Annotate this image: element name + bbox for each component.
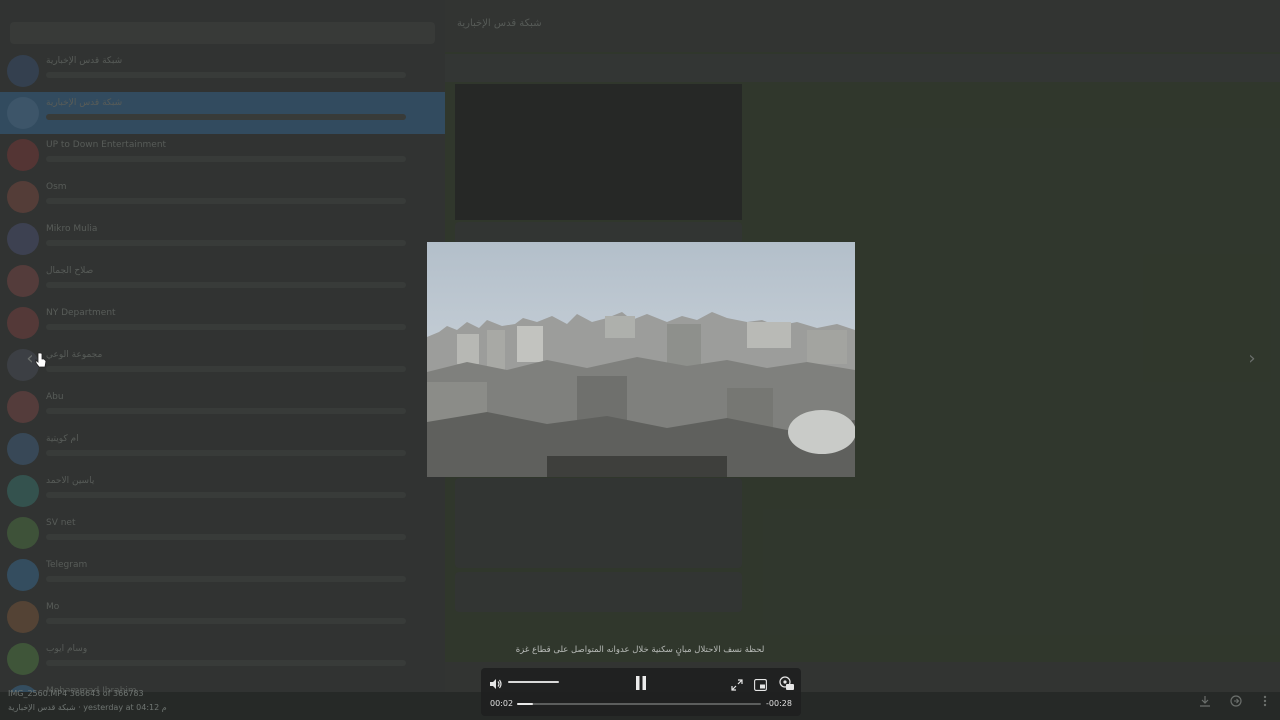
volume-icon[interactable] — [489, 675, 503, 694]
volume-slider[interactable] — [508, 681, 559, 683]
time-current: 00:02 — [490, 699, 514, 708]
playback-speed-icon[interactable] — [778, 675, 794, 695]
download-icon[interactable] — [1199, 695, 1211, 710]
forward-icon[interactable] — [1230, 695, 1243, 710]
time-remaining: -00:28 — [766, 699, 792, 708]
seek-bar[interactable] — [517, 703, 761, 705]
media-caption: لحظة نسف الاحتلال مبانٍ سكنية خلال عدوان… — [515, 645, 765, 655]
destroyed-city-image — [427, 242, 855, 477]
mouse-cursor-icon — [35, 352, 47, 372]
picture-in-picture-icon[interactable] — [754, 676, 767, 695]
media-photo[interactable] — [427, 242, 855, 477]
next-media-arrow[interactable]: › — [1242, 349, 1262, 369]
file-name-info: IMG_2560.MP4 366643 of 366783 — [8, 689, 144, 698]
sender-and-time: شبكة قدس الإخبارية · yesterday at 04:12 … — [8, 703, 167, 712]
more-options-icon[interactable] — [1263, 695, 1267, 710]
video-controls: 00:02 -00:28 — [481, 668, 801, 716]
seek-bar-fill — [517, 703, 533, 705]
pause-icon[interactable] — [635, 675, 647, 694]
fullscreen-icon[interactable] — [731, 676, 743, 695]
